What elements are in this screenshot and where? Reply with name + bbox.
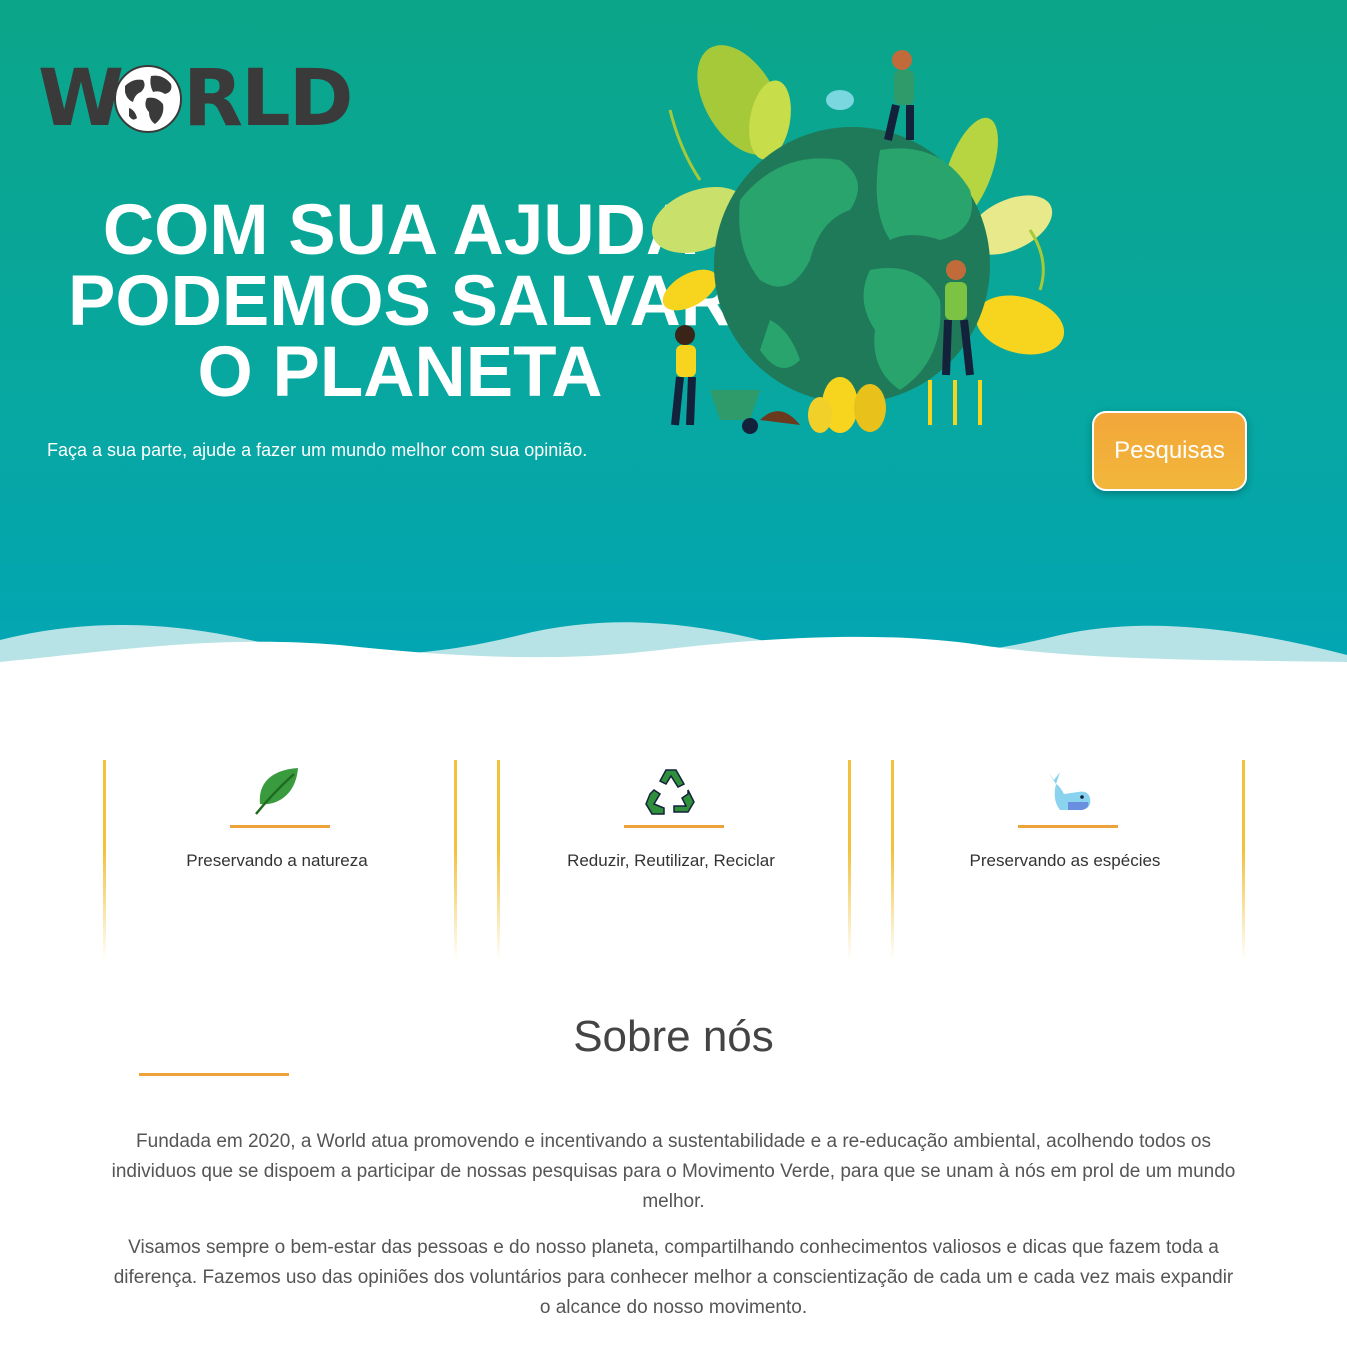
hero-section: W RLD COM SUA AJUDA PODEMOS SALVAR O PLA… <box>0 0 1347 670</box>
planet-illustration <box>651 45 1065 434</box>
card-divider <box>1018 825 1118 828</box>
feature-label: Preservando a natureza <box>186 851 368 870</box>
card-border-right <box>848 760 851 960</box>
card-border-right <box>1242 760 1245 960</box>
hero-subtitle: Faça a sua parte, ajude a fazer um mundo… <box>47 440 588 460</box>
features-section: Preservando a natureza Reduzir, Reutiliz… <box>100 760 1248 960</box>
card-divider <box>624 825 724 828</box>
recycle-icon <box>645 769 695 815</box>
world-logo[interactable]: W RLD <box>38 54 354 144</box>
card-border-right <box>454 760 457 960</box>
feature-label: Reduzir, Reutilizar, Reciclar <box>567 851 775 870</box>
pesquisas-button[interactable]: Pesquisas <box>1092 411 1247 491</box>
logo-letter-w: W <box>38 54 124 144</box>
leaf-icon <box>255 768 298 815</box>
about-paragraph-1: Fundada em 2020, a World atua promovendo… <box>111 1131 1236 1212</box>
feature-card-reciclar[interactable]: Reduzir, Reutilizar, Reciclar <box>494 760 851 960</box>
feature-card-especies[interactable]: Preservando as espécies <box>888 760 1245 960</box>
person-watering-icon <box>826 50 914 141</box>
whale-icon <box>1048 772 1091 810</box>
feature-card-natureza[interactable]: Preservando a natureza <box>100 760 457 960</box>
about-divider <box>139 1073 289 1076</box>
feature-label: Preservando as espécies <box>969 851 1161 870</box>
about-title: Sobre nós <box>573 1012 774 1061</box>
logo-globe-icon <box>114 65 182 133</box>
logo-letters-rld: RLD <box>183 54 354 144</box>
card-divider <box>230 825 330 828</box>
hero-wave-divider <box>0 622 1347 670</box>
about-paragraph-2: Visamos sempre o bem-estar das pessoas e… <box>113 1237 1234 1318</box>
